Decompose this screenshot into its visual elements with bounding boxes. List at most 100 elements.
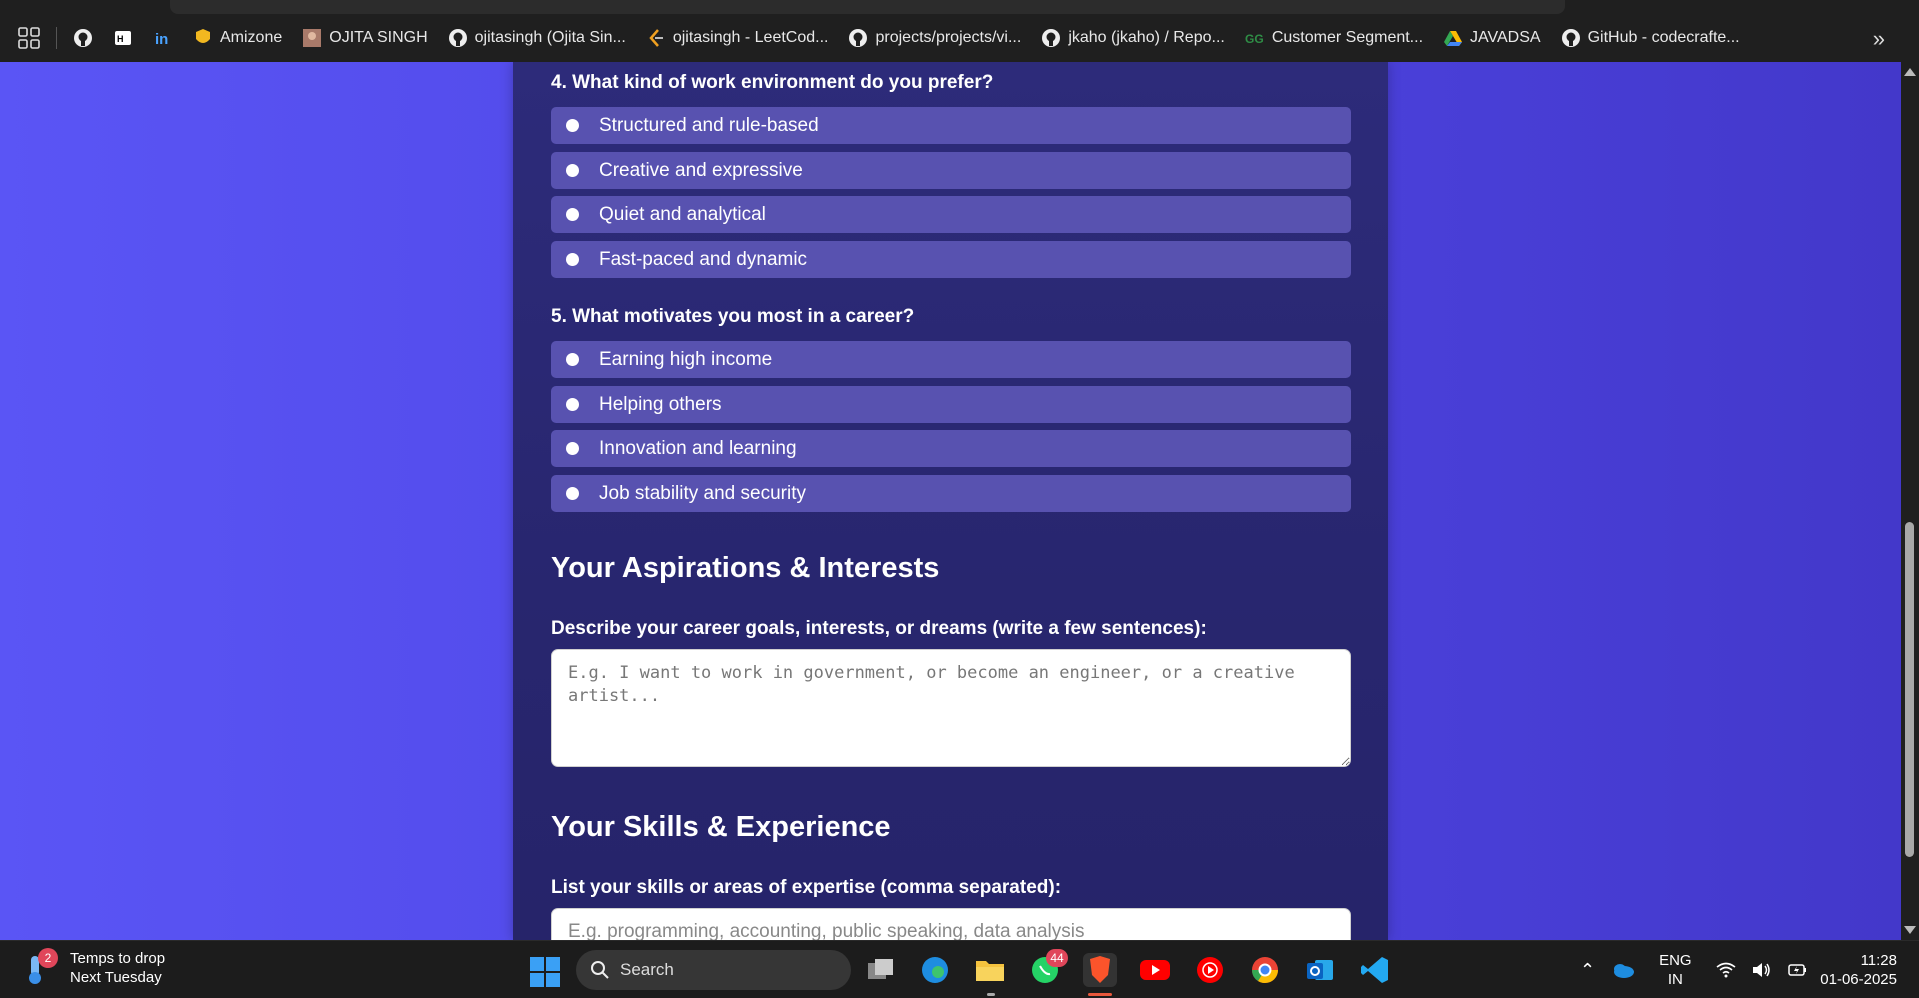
svg-text:in: in — [155, 31, 168, 48]
radio-button[interactable] — [566, 119, 579, 132]
skills-heading: Your Skills & Experience — [551, 811, 891, 843]
leetcode-icon — [649, 29, 663, 47]
language-indicator[interactable]: ENG IN — [1659, 951, 1692, 989]
bookmark-leetcode[interactable]: ojitasingh - LeetCod... — [646, 28, 829, 48]
bookmark-github-profile[interactable]: ojitasingh (Ojita Sin... — [448, 28, 626, 48]
question-4-title: 4. What kind of work environment do you … — [551, 72, 994, 93]
bookmark-label: jkaho (jkaho) / Repo... — [1068, 29, 1225, 46]
show-hidden-icons-chevron-icon[interactable]: ⌃ — [1580, 960, 1595, 981]
bookmark-projects[interactable]: projects/projects/vi... — [848, 28, 1021, 48]
bookmark-linkedin[interactable]: in — [153, 28, 173, 48]
radio-button[interactable] — [566, 398, 579, 411]
scroll-down-arrow-icon[interactable] — [1904, 926, 1916, 934]
aspirations-textarea[interactable] — [551, 649, 1351, 767]
geeksforgeeks-icon: GG — [1245, 32, 1264, 46]
explorer-running-indicator — [987, 993, 995, 996]
scrollbar-thumb[interactable] — [1905, 522, 1914, 857]
bookmark-github[interactable] — [73, 28, 93, 48]
profile-photo-icon — [303, 29, 322, 47]
google-drive-icon — [1444, 31, 1463, 46]
onedrive-icon[interactable] — [1611, 962, 1635, 978]
svg-text:H: H — [117, 34, 124, 44]
bookmark-jkaho[interactable]: jkaho (jkaho) / Repo... — [1041, 28, 1225, 48]
q5-option-innovation[interactable]: Innovation and learning — [551, 430, 1351, 467]
weather-notification-badge: 2 — [38, 948, 58, 968]
bookmark-label: GitHub - codecrafte... — [1587, 29, 1740, 46]
q5-option-stability[interactable]: Job stability and security — [551, 475, 1351, 512]
q5-option-income[interactable]: Earning high income — [551, 341, 1351, 378]
apps-grid-icon[interactable] — [18, 27, 40, 49]
q4-option-creative[interactable]: Creative and expressive — [551, 152, 1351, 189]
clock-time: 11:28 — [1860, 952, 1897, 969]
browser-tab-strip — [0, 0, 1919, 14]
radio-button[interactable] — [566, 487, 579, 500]
github-icon — [1042, 29, 1061, 47]
bookmark-label: OJITA SINGH — [329, 29, 428, 46]
address-bar[interactable] — [170, 0, 1565, 14]
wifi-icon[interactable] — [1716, 962, 1736, 978]
bookmark-amizone[interactable]: Amizone — [193, 28, 282, 48]
volume-icon[interactable] — [1752, 962, 1772, 978]
language-code: ENG — [1659, 952, 1692, 969]
weather-widget[interactable]: 2 Temps to drop Next Tuesday — [22, 948, 165, 987]
thermometer-icon: 2 — [22, 948, 58, 986]
battery-icon[interactable] — [1787, 962, 1808, 978]
skills-input[interactable] — [551, 908, 1351, 940]
search-icon — [591, 961, 609, 979]
github-icon — [1561, 29, 1580, 47]
q5-option-helping[interactable]: Helping others — [551, 386, 1351, 423]
file-explorer-icon[interactable] — [973, 953, 1007, 987]
bookmark-customer-segment[interactable]: GG Customer Segment... — [1245, 28, 1423, 48]
svg-text:GG: GG — [1245, 32, 1264, 46]
option-label: Earning high income — [599, 348, 773, 370]
q4-option-fast-paced[interactable]: Fast-paced and dynamic — [551, 241, 1351, 278]
option-label: Helping others — [599, 393, 722, 415]
brave-active-indicator — [1088, 993, 1112, 996]
aspirations-heading: Your Aspirations & Interests — [551, 552, 940, 584]
bookmark-github-codecrafters[interactable]: GitHub - codecrafte... — [1561, 28, 1740, 48]
windows-start-icon[interactable] — [530, 957, 560, 987]
system-tray: ⌃ ENG IN — [1580, 941, 1808, 998]
radio-button[interactable] — [566, 208, 579, 221]
youtube-music-icon[interactable] — [1193, 953, 1227, 987]
option-label: Fast-paced and dynamic — [599, 248, 808, 270]
option-label: Quiet and analytical — [599, 203, 766, 225]
bookmarks-divider — [56, 27, 57, 49]
edge-browser-icon[interactable] — [918, 953, 952, 987]
bookmark-label: ojitasingh - LeetCod... — [672, 29, 829, 46]
bookmark-javadsa[interactable]: JAVADSA — [1443, 28, 1541, 48]
bookmark-label: ojitasingh (Ojita Sin... — [474, 29, 626, 46]
linkedin-icon: in — [155, 31, 168, 48]
radio-button[interactable] — [566, 164, 579, 177]
option-label: Structured and rule-based — [599, 114, 819, 136]
page-scrollbar[interactable] — [1901, 62, 1919, 940]
clock-date: 01-06-2025 — [1820, 971, 1897, 988]
radio-button[interactable] — [566, 253, 579, 266]
scroll-up-arrow-icon[interactable] — [1904, 68, 1916, 76]
bookmarks-bar: H in Amizone OJITA SINGH ojitasingh (Oji… — [0, 14, 1919, 62]
bookmark-hackerearth[interactable]: H — [113, 28, 133, 48]
bookmarks-overflow-button[interactable]: » — [1873, 26, 1885, 52]
windows-taskbar: 2 Temps to drop Next Tuesday Search 44 ⌃… — [0, 940, 1919, 998]
vscode-icon[interactable] — [1358, 953, 1392, 987]
amizone-icon — [196, 29, 210, 43]
region-code: IN — [1667, 971, 1683, 988]
youtube-icon[interactable] — [1138, 953, 1172, 987]
brave-browser-icon[interactable] — [1083, 953, 1117, 987]
bookmark-label: JAVADSA — [1470, 29, 1541, 46]
weather-line-2: Next Tuesday — [70, 969, 162, 986]
radio-button[interactable] — [566, 442, 579, 455]
taskbar-clock[interactable]: 11:28 01-06-2025 — [1820, 951, 1897, 989]
outlook-icon[interactable] — [1303, 953, 1337, 987]
skills-label: List your skills or areas of expertise (… — [551, 877, 1062, 898]
career-form-card: 4. What kind of work environment do you … — [513, 62, 1388, 940]
q4-option-structured[interactable]: Structured and rule-based — [551, 107, 1351, 144]
search-label: Search — [620, 960, 674, 979]
q4-option-quiet[interactable]: Quiet and analytical — [551, 196, 1351, 233]
bookmark-ojita-singh[interactable]: OJITA SINGH — [302, 28, 428, 48]
taskbar-search[interactable]: Search — [576, 950, 851, 990]
task-view-icon[interactable] — [864, 953, 898, 987]
aspirations-label: Describe your career goals, interests, o… — [551, 618, 1207, 639]
radio-button[interactable] — [566, 353, 579, 366]
chrome-icon[interactable] — [1248, 953, 1282, 987]
